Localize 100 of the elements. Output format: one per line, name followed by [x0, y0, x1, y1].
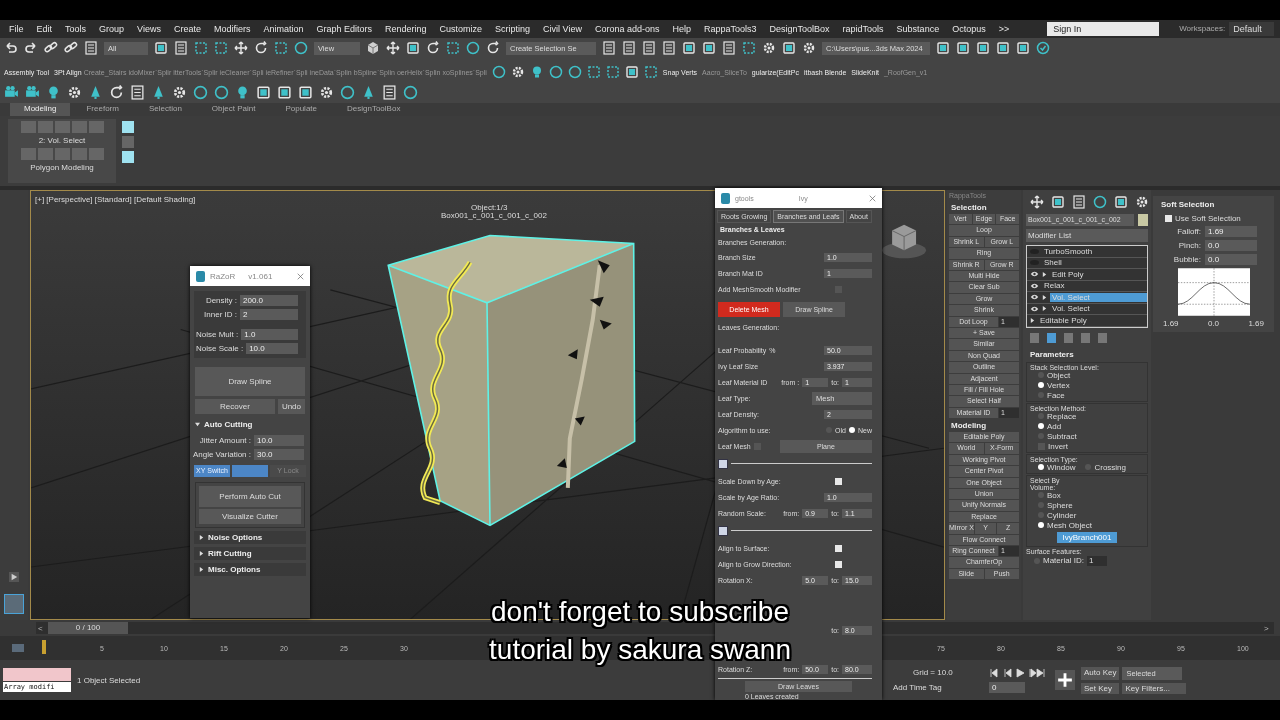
ribbon-tool-button[interactable] [122, 121, 134, 134]
view-cube-icon[interactable] [882, 224, 927, 259]
checkbox[interactable] [1165, 215, 1172, 223]
prev-frame-button[interactable]: < [36, 623, 48, 633]
circle-icon[interactable] [214, 85, 229, 101]
listener-field[interactable] [3, 668, 71, 682]
modifier-list-dropdown[interactable]: Modifier List [1026, 229, 1148, 243]
bulb-icon[interactable] [46, 85, 61, 101]
current-frame-field[interactable]: 0 [989, 681, 1025, 693]
sign-in-dropdown[interactable]: Sign In [1047, 21, 1160, 36]
menu-item[interactable]: RappaTools3 [699, 23, 765, 34]
expand-icon[interactable] [1042, 306, 1047, 312]
modifier-item[interactable]: Vol. Select [1050, 304, 1092, 314]
move-icon[interactable] [386, 41, 400, 56]
spinner-field[interactable]: 0.0 [1205, 240, 1257, 252]
square-icon[interactable] [298, 85, 313, 101]
menu-item[interactable]: Substance [891, 23, 948, 34]
dashed-square-icon[interactable] [274, 41, 288, 56]
dashed-square-icon[interactable] [586, 65, 601, 80]
rollout-header[interactable]: Selection [947, 201, 1021, 215]
modifier-item[interactable]: Edit Poly [1050, 269, 1086, 279]
dashed-square-icon[interactable] [194, 41, 208, 56]
triangle-icon[interactable] [199, 535, 204, 540]
panel-title-dropdown[interactable]: Polygon Modeling [30, 163, 94, 173]
list-icon[interactable] [174, 41, 188, 56]
rotate-icon[interactable] [109, 85, 124, 101]
circle-icon[interactable] [294, 41, 308, 56]
triangle-icon[interactable] [195, 422, 200, 427]
list-icon[interactable] [382, 85, 397, 101]
menu-item[interactable]: Civil View [538, 23, 590, 34]
time-marker[interactable] [42, 640, 46, 655]
square-icon[interactable] [624, 65, 639, 80]
rollout-header[interactable]: Parameters [1026, 347, 1148, 361]
gear-icon[interactable] [67, 85, 82, 101]
spinner-field[interactable]: 10.0 [246, 343, 298, 354]
square-icon[interactable] [277, 85, 292, 101]
move-icon[interactable] [234, 41, 248, 56]
dashed-square-icon[interactable] [643, 65, 658, 80]
spinner-field[interactable]: 1 [1086, 555, 1107, 566]
rollout-header[interactable]: Rift Cutting [194, 547, 306, 560]
viewport-label[interactable]: [+] [Perspective] [Standard] [Default Shading] [35, 195, 196, 205]
redo-icon[interactable] [24, 41, 38, 56]
circle-icon[interactable] [567, 65, 582, 80]
list-icon[interactable] [722, 41, 736, 56]
box-drawing[interactable] [387, 234, 636, 527]
circle-icon[interactable] [548, 65, 563, 80]
spinner-field[interactable]: 10.0 [254, 435, 304, 446]
ribbon-tab[interactable]: DesignToolBox [333, 102, 415, 117]
circle-icon[interactable] [403, 85, 418, 101]
spinner-field[interactable]: 30.0 [254, 449, 304, 460]
rotate-icon[interactable] [254, 41, 268, 56]
menu-item[interactable]: DesignToolBox [764, 23, 838, 34]
checkbox[interactable] [835, 477, 842, 485]
move-icon[interactable] [1030, 195, 1044, 210]
key-filters-button[interactable]: Key Filters... [1122, 682, 1187, 694]
modifier-item[interactable]: Editable Poly [1038, 315, 1089, 325]
menu-item[interactable]: Rendering [380, 23, 435, 34]
menu-item[interactable]: Scripting [490, 23, 539, 34]
menu-item[interactable]: Animation [258, 23, 312, 34]
dashed-square-icon[interactable] [214, 41, 228, 56]
menu-item[interactable]: File [4, 23, 32, 34]
ribbon-tool-button[interactable] [122, 151, 134, 164]
viewport-button[interactable] [4, 594, 24, 615]
undo-icon[interactable] [4, 41, 18, 56]
eye-icon[interactable] [1030, 305, 1039, 312]
rotate-icon[interactable] [426, 41, 440, 56]
menu-item[interactable]: Edit [31, 23, 61, 34]
list-icon[interactable] [1072, 195, 1086, 210]
checkbox[interactable] [835, 560, 842, 568]
rollout-header[interactable]: Modeling [947, 419, 1021, 433]
circle-icon[interactable] [1093, 195, 1107, 210]
square-icon[interactable] [256, 85, 271, 101]
action-button[interactable]: Perform Auto Cut [199, 486, 301, 507]
radio-button[interactable] [1038, 423, 1044, 430]
draw-spline-button[interactable]: Draw Spline [195, 367, 305, 396]
spinner-field[interactable]: 200.0 [240, 295, 298, 306]
eye-icon[interactable] [1030, 282, 1039, 289]
square-icon[interactable] [718, 525, 728, 536]
rollout-header[interactable]: Soft Selection [1157, 198, 1270, 212]
list-icon[interactable] [602, 41, 616, 56]
tree-icon[interactable] [361, 85, 376, 101]
rollout-header[interactable]: Auto Cutting [190, 417, 310, 432]
close-icon[interactable] [297, 272, 304, 280]
check-circle-icon[interactable] [1036, 41, 1050, 56]
ribbon-tab[interactable]: Object Paint [197, 102, 270, 117]
tree-icon[interactable] [88, 85, 103, 101]
add-time-tag[interactable]: Add Time Tag [893, 683, 983, 693]
ribbon-tab[interactable]: Populate [271, 102, 331, 117]
list-icon[interactable] [642, 41, 656, 56]
expand-icon[interactable] [1042, 294, 1047, 300]
eye-icon[interactable] [1030, 294, 1039, 301]
auto-key-button[interactable]: Auto Key [1081, 666, 1120, 680]
color-swatch[interactable] [1138, 214, 1148, 227]
modifier-item[interactable]: TurboSmooth [1042, 246, 1095, 256]
modifier-item[interactable]: Relax [1042, 281, 1067, 291]
triangle-icon[interactable] [199, 551, 204, 556]
expand-icon[interactable] [1042, 271, 1047, 277]
next-frame-button[interactable]: > [1262, 623, 1274, 633]
recover-button[interactable]: Recover [195, 399, 275, 414]
menu-item[interactable]: Octopus [947, 23, 994, 34]
